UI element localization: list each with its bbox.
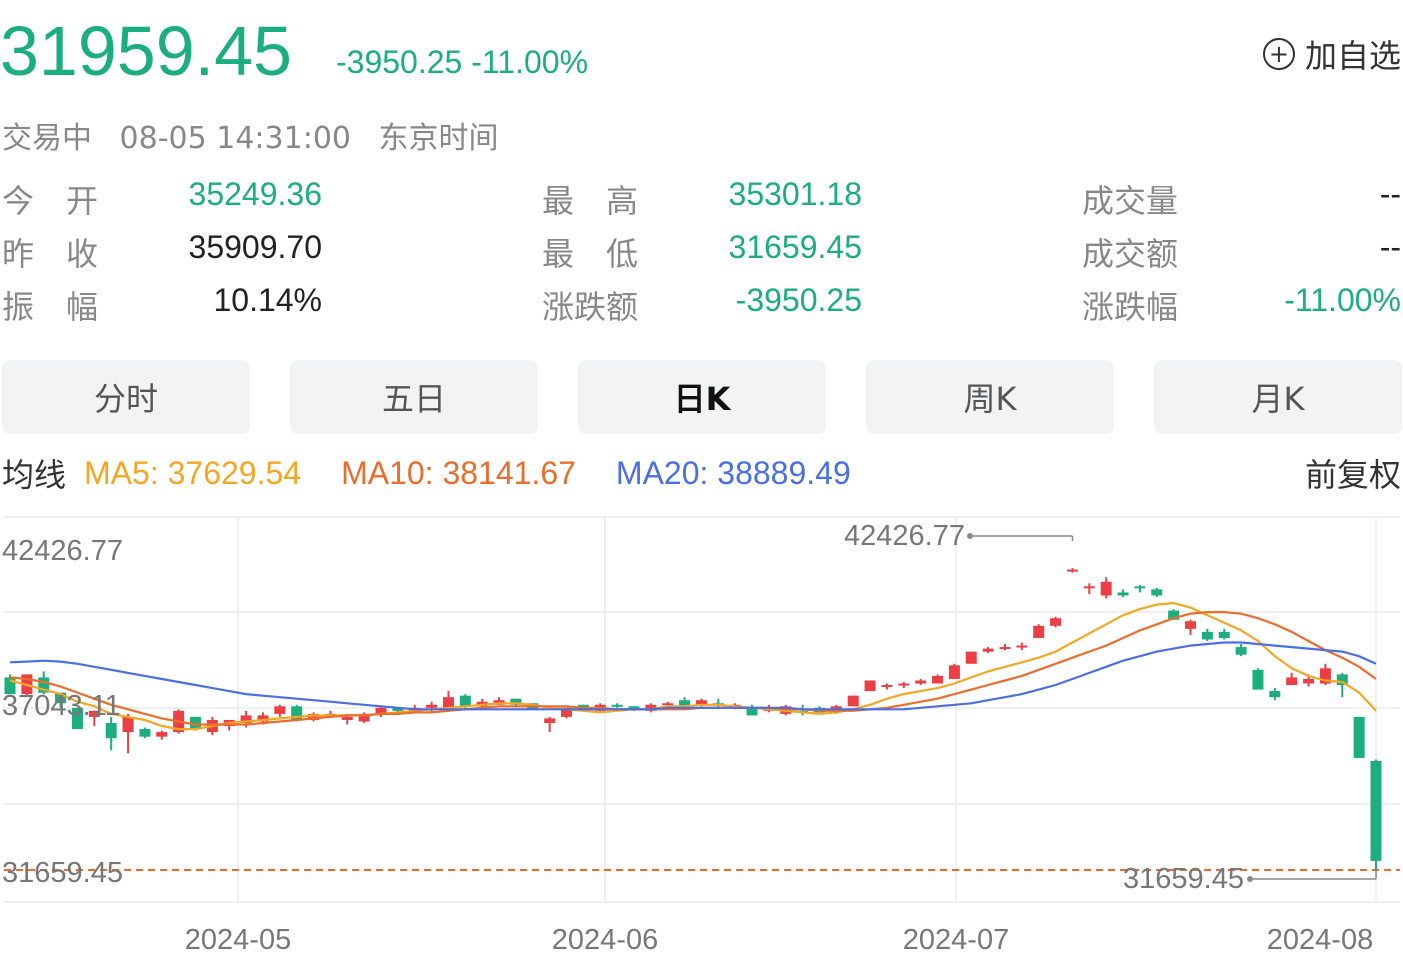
stat-label: 昨 收 [2,235,99,273]
candle-body [341,716,353,720]
candle-body [1083,586,1095,589]
candle-body [1117,592,1129,596]
min-marker-dot [1247,876,1253,882]
candle-body [122,716,134,733]
add-to-watchlist-label: 加自选 [1304,37,1401,75]
candle-body [426,704,438,708]
candle-body [915,680,927,684]
candle-body [1201,631,1213,640]
stat-value: -3950.25 [735,282,862,318]
plus-circle-icon: + [1262,38,1295,70]
tab-0[interactable]: 分时 [2,360,250,434]
candle-body [898,683,910,686]
candle-body [611,704,623,707]
stat-label: 涨跌额 [542,288,639,326]
y-tick-label: 37043.11 [2,690,121,722]
ma5-line [9,601,1377,731]
candle-body [1050,618,1062,626]
x-tick-label: 2024-07 [903,924,1009,956]
candle-body [1066,569,1078,572]
stat-label: 振 幅 [2,288,99,326]
status-datetime: 08-05 14:31:00 [119,121,351,156]
stat-label: 最 低 [542,235,639,273]
stat-value: -11.00% [1284,282,1401,318]
candle-body [847,695,859,707]
stat-value: -- [1379,176,1401,212]
stat-label: 今 开 [2,182,99,220]
adjust-price-toggle[interactable]: 前复权 [1305,452,1401,494]
stat-value: 10.14% [213,282,322,318]
stat-value: 35249.36 [188,176,322,212]
stat-label: 最 高 [542,182,639,220]
stat-value: 35909.70 [188,229,322,265]
price-change: -3950.25 -11.00% [336,44,589,80]
candle-body [948,665,960,679]
max-marker-label: 42426.77 [844,520,965,552]
trading-status: 交易中 08-05 14:31:00 东京时间 [2,113,517,157]
candle-body [864,680,876,692]
tab-2[interactable]: 日K [578,360,826,434]
y-tick-label: 31659.45 [2,857,123,889]
candle-body [1184,621,1196,629]
y-tick-label: 42426.77 [2,535,123,567]
stat-label: 涨跌幅 [1082,288,1179,326]
candle-body [105,722,117,739]
candle-body [999,647,1011,650]
stat-value: -- [1379,229,1401,265]
stat-value: 35301.18 [728,176,862,212]
candle-body [1033,625,1045,638]
add-to-watchlist-button[interactable]: + 加自选 [1262,32,1401,76]
ma10-value: MA10: 38141.67 [341,454,576,491]
ma-label: 均线 [2,456,67,494]
ma-legend: 均线 MA5: 37629.54 MA10: 38141.67 MA20: 38… [2,452,851,495]
status-text: 交易中 [2,121,92,156]
min-marker-label: 31659.45 [1123,863,1244,895]
candle-body [1016,645,1028,648]
candle-body [1370,760,1382,861]
candle-body [982,648,994,652]
x-tick-label: 2024-08 [1267,924,1373,956]
stat-label: 成交量 [1082,182,1179,220]
candle-body [1286,677,1298,686]
x-tick-label: 2024-06 [552,924,658,956]
max-marker-dot [967,533,973,539]
ma20-line [9,641,1377,711]
candle-body [1353,716,1365,758]
candle-body [139,729,151,737]
current-price: 31959.45 [0,12,292,90]
candle-body [1151,589,1163,596]
candle-body [1218,631,1230,638]
stat-label: 成交额 [1082,235,1179,273]
candle-body [544,718,556,723]
candle-body [965,651,977,664]
candle-body [1235,647,1247,655]
candle-body [1269,691,1281,698]
status-timezone: 东京时间 [378,121,499,156]
tab-1[interactable]: 五日 [290,360,538,434]
candle-body [932,675,944,684]
ma5-value: MA5: 37629.54 [84,454,302,491]
candlestick-chart[interactable]: 42426.77 37043.11 31659.45 2024-05 2024-06 20… [0,505,1403,967]
candle-body [156,732,168,737]
tab-4[interactable]: 月K [1154,360,1402,434]
candle-body [442,697,454,708]
candle-body [881,685,893,688]
candle-body [1134,586,1146,589]
candle-body [1303,678,1315,684]
ma20-value: MA20: 38889.49 [615,454,851,491]
candle-body [662,703,674,706]
candle-body [1252,669,1264,690]
stat-value: 31659.45 [728,229,862,265]
candle-body [1100,581,1112,596]
tab-3[interactable]: 周K [866,360,1114,434]
candle-body [274,706,286,714]
candle-body [459,695,471,707]
x-tick-label: 2024-05 [185,924,291,956]
